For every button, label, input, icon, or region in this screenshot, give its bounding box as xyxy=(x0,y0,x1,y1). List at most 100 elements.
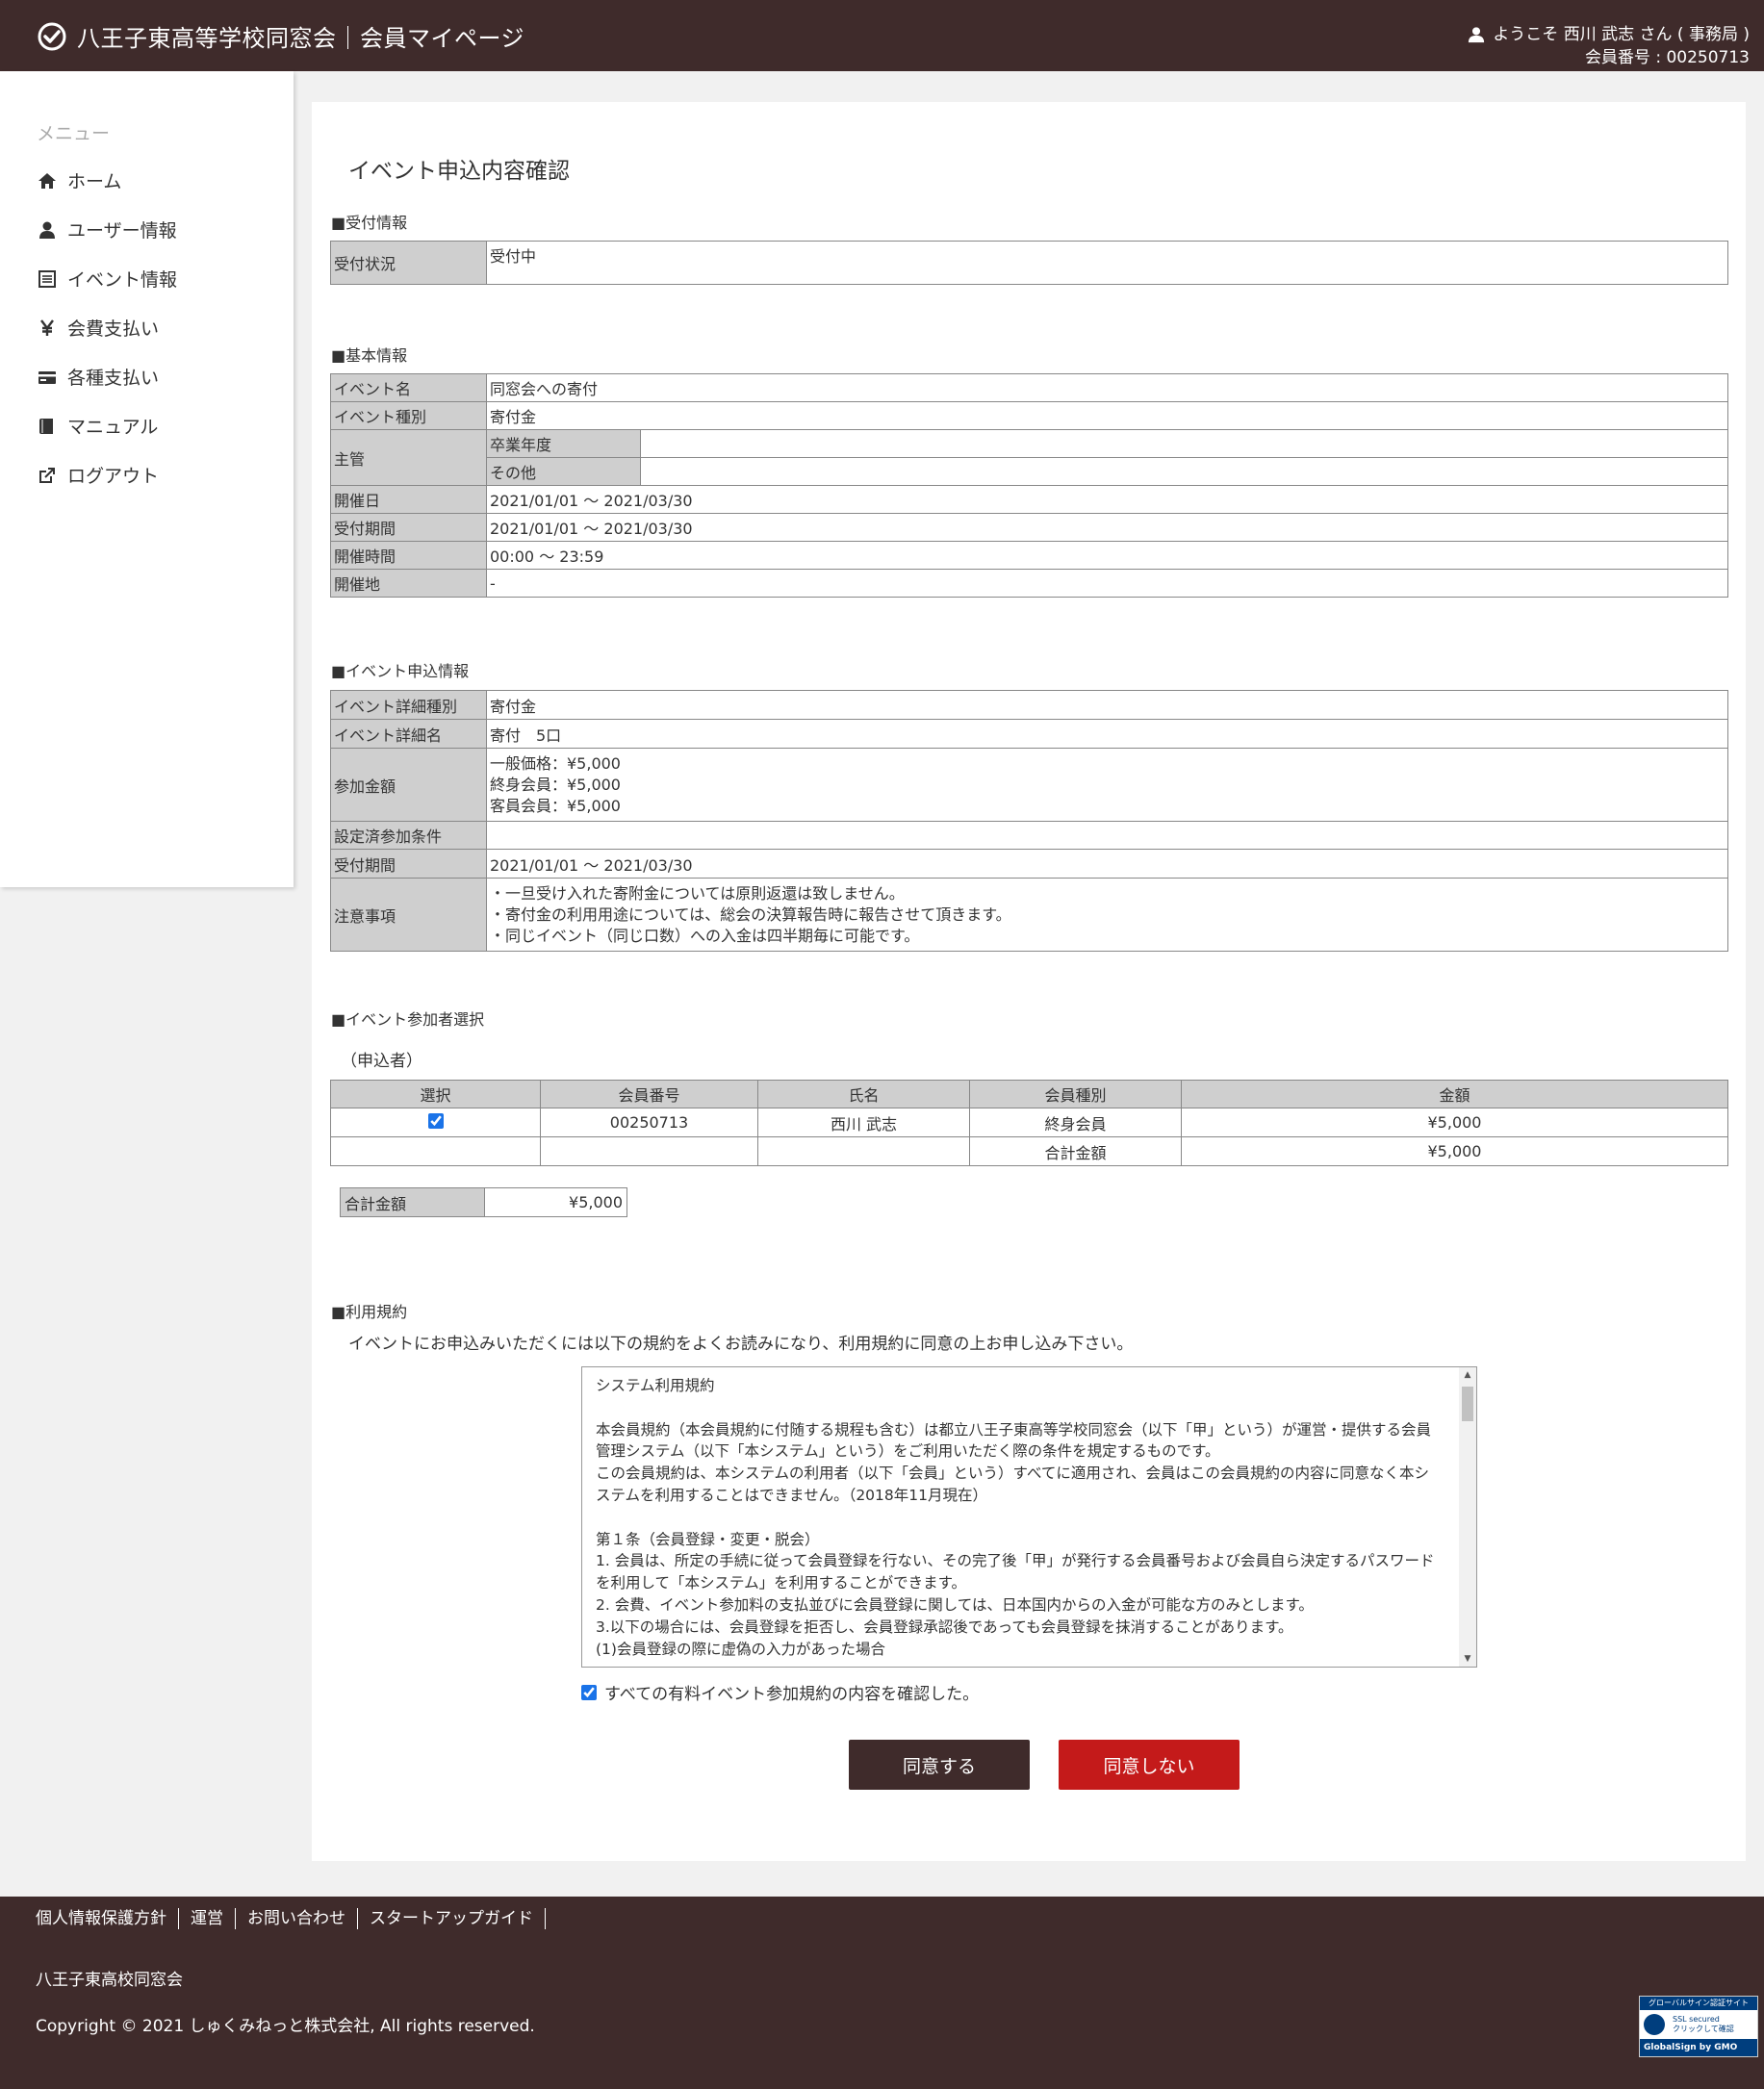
conditions-value xyxy=(486,821,1728,850)
fee-label: 参加金額 xyxy=(330,748,487,822)
status-label: 受付状況 xyxy=(330,241,487,285)
time-value: 00:00 ～ 23:59 xyxy=(486,541,1728,570)
scroll-thumb[interactable] xyxy=(1462,1387,1473,1421)
conditions-label: 設定済参加条件 xyxy=(330,821,487,850)
user-icon xyxy=(37,219,58,241)
status-value: 受付中 xyxy=(486,241,1728,285)
user-info: ようこそ 西川 武志 さん ( 事務局 ) 会員番号 : 00250713 xyxy=(1468,23,1750,69)
basic-info-table: イベント名 同窓会への寄付 イベント種別 寄付金 主管 卒業年度 その他 開催日… xyxy=(330,373,1728,598)
grad-year-label: 卒業年度 xyxy=(486,429,641,458)
sidebar-item-payments[interactable]: 各種支払い xyxy=(37,364,159,390)
footer-links: 個人情報保護方針 運営 お問い合わせ スタートアップガイド xyxy=(36,1908,557,1929)
event-type-value: 寄付金 xyxy=(486,401,1728,430)
member-number: 会員番号 : 00250713 xyxy=(1584,48,1750,67)
time-label: 開催時間 xyxy=(330,541,487,570)
subtotal-label: 合計金額 xyxy=(969,1136,1182,1166)
col-member-type: 会員種別 xyxy=(969,1080,1182,1108)
sidebar-item-logout[interactable]: ログアウト xyxy=(37,462,159,488)
footer-link-privacy[interactable]: 個人情報保護方針 xyxy=(36,1908,179,1929)
card-icon xyxy=(37,367,58,388)
sidebar-item-membership-fee[interactable]: 会費支払い xyxy=(37,315,159,341)
col-member-no: 会員番号 xyxy=(540,1080,758,1108)
notes-label: 注意事項 xyxy=(330,878,487,952)
sidebar-item-label: 各種支払い xyxy=(67,368,160,389)
select-cell xyxy=(330,1108,541,1137)
agree-terms-text: すべての有料イベント参加規約の内容を確認した。 xyxy=(604,1685,980,1704)
sidebar-item-manual[interactable]: マニュアル xyxy=(37,413,158,439)
footer-org: 八王子東高校同窓会 xyxy=(36,1971,183,1990)
badge-brand: GlobalSign by GMO xyxy=(1640,2039,1757,2056)
type-cell: 終身会員 xyxy=(969,1108,1182,1137)
sidebar-item-event-info[interactable]: イベント情報 xyxy=(37,266,177,292)
detail-type-value: 寄付金 xyxy=(486,690,1728,720)
note-item: ・同じイベント（同じ口数）への入金は四半期毎に可能です。 xyxy=(490,926,920,945)
menu-title: メニュー xyxy=(37,123,111,144)
scroll-up-arrow-icon[interactable]: ▲ xyxy=(1459,1367,1476,1383)
other-value xyxy=(640,457,1728,486)
footer-link-operation[interactable]: 運営 xyxy=(191,1908,236,1929)
logout-icon xyxy=(37,465,58,486)
yen-icon xyxy=(37,318,58,339)
badge-click-text: クリックして確認 xyxy=(1673,2025,1734,2033)
footer: 個人情報保護方針 運営 お問い合わせ スタートアップガイド 八王子東高校同窓会 … xyxy=(0,1897,1764,2089)
detail-type-label: イベント詳細種別 xyxy=(330,690,487,720)
globalsign-badge[interactable]: グローバルサイン認証サイト SSL secured クリックして確認 Globa… xyxy=(1639,1996,1758,2057)
sidebar-item-label: イベント情報 xyxy=(67,269,178,291)
name-cell: 西川 武志 xyxy=(757,1108,970,1137)
total-label: 合計金額 xyxy=(340,1187,485,1217)
page-title: イベント申込内容確認 xyxy=(348,159,570,184)
event-name-label: イベント名 xyxy=(330,373,487,402)
footer-link-startup-guide[interactable]: スタートアップガイド xyxy=(370,1908,546,1929)
host-label: 主管 xyxy=(330,429,487,486)
sidebar-item-home[interactable]: ホーム xyxy=(37,167,121,193)
reception-table: 受付状況 受付中 xyxy=(330,241,1728,285)
sidebar: メニュー ホーム ユーザー情報 イベント情報 会費支払い 各種支払い マニュアル… xyxy=(0,71,294,887)
other-label: その他 xyxy=(486,457,641,486)
section-basic-label: ■基本情報 xyxy=(331,346,408,365)
app-accept-value: 2021/01/01 ～ 2021/03/30 xyxy=(486,849,1728,879)
accept-period-label: 受付期間 xyxy=(330,513,487,542)
list-icon xyxy=(37,268,58,290)
notes-values: ・一旦受け入れた寄附金については原則返還は致しません。 ・寄付金の利用用途につい… xyxy=(486,878,1728,952)
main-content: イベント申込内容確認 ■受付情報 受付状況 受付中 ■基本情報 イベント名 同窓… xyxy=(312,102,1746,1861)
note-item: ・寄付金の利用用途については、総会の決算報告時に報告させて頂きます。 xyxy=(490,904,1011,924)
section-reception-label: ■受付情報 xyxy=(331,214,408,232)
scroll-down-arrow-icon[interactable]: ▼ xyxy=(1459,1651,1476,1667)
fee-lifetime: 終身会員：¥5,000 xyxy=(490,775,621,794)
sidebar-item-user-info[interactable]: ユーザー情報 xyxy=(37,217,177,242)
application-table: イベント詳細種別 寄付金 イベント詳細名 寄付 5口 参加金額 一般価格：¥5,… xyxy=(330,690,1728,952)
welcome-text: ようこそ 西川 武志 さん ( 事務局 ) xyxy=(1493,25,1750,44)
badge-ssl-text: SSL secured xyxy=(1673,2015,1720,2024)
terms-scrollbar[interactable]: ▲ ▼ xyxy=(1459,1367,1476,1667)
badge-top-text: グローバルサイン認証サイト xyxy=(1640,1997,1757,2010)
participant-checkbox[interactable] xyxy=(427,1112,444,1129)
sidebar-item-label: ホーム xyxy=(67,171,122,192)
note-item: ・一旦受け入れた寄附金については原則返還は致しません。 xyxy=(490,883,905,903)
total-table: 合計金額 ¥5,000 xyxy=(340,1187,627,1217)
subtotal-value: ¥5,000 xyxy=(1181,1136,1728,1166)
footer-link-contact[interactable]: お問い合わせ xyxy=(247,1908,358,1929)
section-application-label: ■イベント申込情報 xyxy=(331,662,470,680)
book-icon xyxy=(37,416,58,437)
section-terms-label: ■利用規約 xyxy=(331,1303,408,1321)
agree-button[interactable]: 同意する xyxy=(849,1740,1030,1790)
terms-intro: イベントにお申込みいただくには以下の規約をよくお読みになり、利用規約に同意の上お… xyxy=(348,1335,1134,1354)
place-value: - xyxy=(486,569,1728,598)
date-label: 開催日 xyxy=(330,485,487,514)
total-value: ¥5,000 xyxy=(484,1187,627,1217)
disagree-button[interactable]: 同意しない xyxy=(1059,1740,1240,1790)
col-name: 氏名 xyxy=(757,1080,970,1108)
logo[interactable]: 八王子東高等学校同窓会｜会員マイページ xyxy=(37,19,524,53)
footer-copyright: Copyright © 2021 しゅくみねっと株式会社, All rights… xyxy=(36,2017,535,2036)
accept-period-value: 2021/01/01 ～ 2021/03/30 xyxy=(486,513,1728,542)
agree-terms-checkbox[interactable] xyxy=(581,1684,597,1700)
check-circle-icon xyxy=(38,22,66,50)
event-type-label: イベント種別 xyxy=(330,401,487,430)
place-label: 開催地 xyxy=(330,569,487,598)
table-row: 合計金額 ¥5,000 xyxy=(330,1136,1728,1166)
terms-textarea[interactable]: システム利用規約 本会員規約（本会員規約に付随する規程も含む）は都立八王子東高等… xyxy=(581,1366,1477,1668)
fee-values: 一般価格：¥5,000 終身会員：¥5,000 客員会員：¥5,000 xyxy=(486,748,1728,822)
sidebar-item-label: マニュアル xyxy=(67,417,159,438)
agree-terms-checkbox-label[interactable]: すべての有料イベント参加規約の内容を確認した。 xyxy=(581,1680,979,1704)
fee-general: 一般価格：¥5,000 xyxy=(490,753,621,773)
